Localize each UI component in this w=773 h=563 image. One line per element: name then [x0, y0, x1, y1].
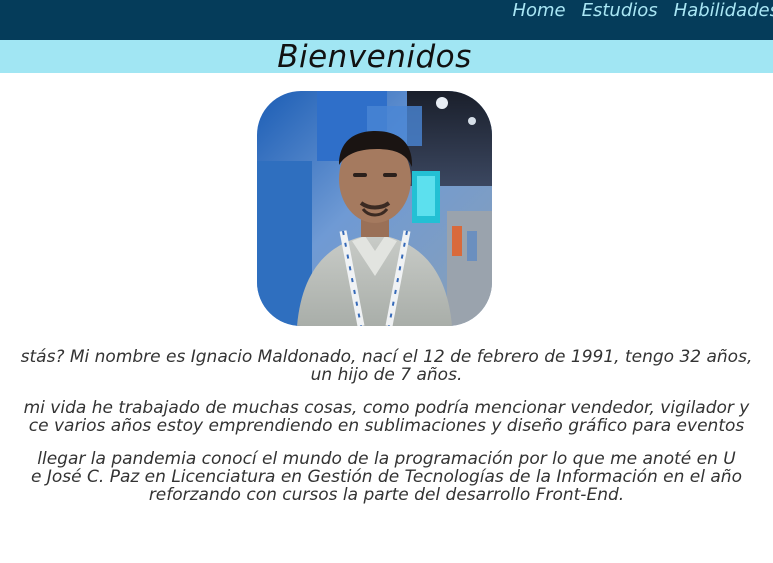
- page-title: Bienvenidos: [277, 38, 472, 75]
- nav-link-home[interactable]: Home: [512, 0, 565, 22]
- intro-text: stás? Mi nombre es Ignacio Maldonado, na…: [0, 348, 773, 519]
- intro-line: stás? Mi nombre es Ignacio Maldonado, na…: [20, 347, 753, 367]
- top-navigation-bar: Home Estudios Habilidades: [0, 0, 773, 40]
- intro-line: reforzando con cursos la parte del desar…: [148, 485, 625, 505]
- nav-link-estudios[interactable]: Estudios: [582, 0, 658, 22]
- intro-line: un hijo de 7 años.: [310, 365, 463, 385]
- intro-paragraph: llegar la pandemia conocí el mundo de la…: [0, 450, 773, 504]
- intro-line: llegar la pandemia conocí el mundo de la…: [37, 449, 736, 469]
- intro-paragraph: mi vida he trabajado de muchas cosas, co…: [0, 399, 773, 435]
- profile-photo-image: [257, 91, 492, 326]
- intro-line: ce varios años estoy emprendiendo en sub…: [28, 416, 745, 436]
- profile-photo: [257, 91, 492, 326]
- intro-line: e José C. Paz en Licenciatura en Gestión…: [31, 467, 742, 487]
- nav-link-habilidades[interactable]: Habilidades: [674, 0, 773, 22]
- intro-line: mi vida he trabajado de muchas cosas, co…: [23, 398, 750, 418]
- main-nav: Home Estudios Habilidades: [512, 0, 773, 22]
- welcome-banner: Bienvenidos: [0, 38, 773, 75]
- intro-paragraph: stás? Mi nombre es Ignacio Maldonado, na…: [0, 348, 773, 384]
